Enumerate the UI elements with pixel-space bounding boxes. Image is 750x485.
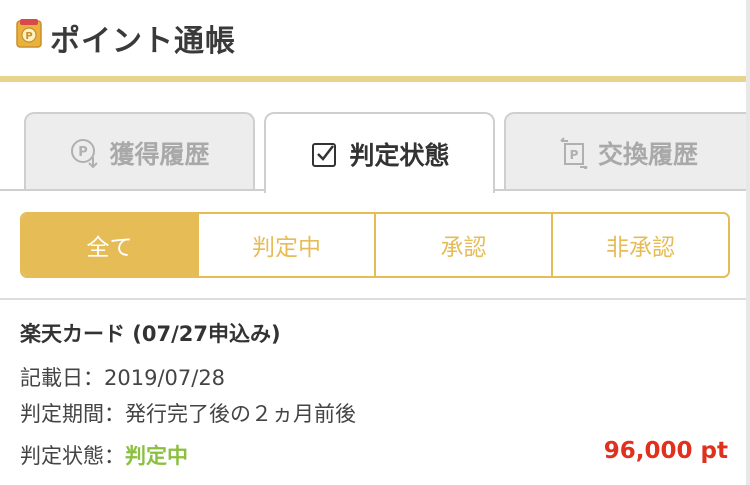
tab-earn-history[interactable]: P 獲得履歴: [24, 112, 255, 191]
page-header: P ポイント通帳: [0, 0, 750, 78]
tab-exchange-history-label: 交換履歴: [597, 139, 698, 169]
filter-rejected[interactable]: 非承認: [551, 214, 728, 276]
entry-status-value: 判定中: [125, 444, 188, 468]
filter-approved[interactable]: 承認: [374, 214, 551, 276]
tab-bar: P 獲得履歴 判定状態 P 交換履歴: [0, 112, 750, 193]
entry-date: 記載日：2019/07/28: [20, 366, 226, 390]
entry-period: 判定期間：発行完了後の２ヵ月前後: [20, 402, 356, 426]
point-exchange-icon: P: [560, 136, 588, 169]
filter-judging[interactable]: 判定中: [197, 214, 374, 276]
filter-all[interactable]: 全て: [22, 214, 197, 276]
scrollbar-track[interactable]: [746, 0, 750, 485]
tab-judgement-status-label: 判定状態: [349, 140, 450, 170]
tab-earn-history-label: 獲得履歴: [109, 139, 210, 169]
point-earn-icon: P: [71, 138, 99, 168]
status-filter: 全て 判定中 承認 非承認: [20, 212, 730, 278]
svg-text:P: P: [25, 31, 32, 42]
entry-status: 判定状態：判定中: [20, 440, 188, 470]
entry-title: 楽天カード (07/27申込み): [20, 322, 281, 346]
svg-text:P: P: [79, 145, 89, 160]
svg-text:P: P: [570, 148, 579, 162]
page-title: ポイント通帳: [50, 24, 236, 59]
tab-exchange-history[interactable]: P 交換履歴: [504, 112, 750, 191]
entry-status-label: 判定状態：: [20, 444, 125, 468]
checklist-icon: [312, 142, 337, 167]
entry-points: 96,000 pt: [603, 438, 728, 464]
tab-judgement-status[interactable]: 判定状態: [264, 112, 495, 193]
header-divider: [0, 76, 750, 82]
list-divider: [0, 298, 750, 300]
point-passbook-icon: P: [16, 19, 42, 48]
